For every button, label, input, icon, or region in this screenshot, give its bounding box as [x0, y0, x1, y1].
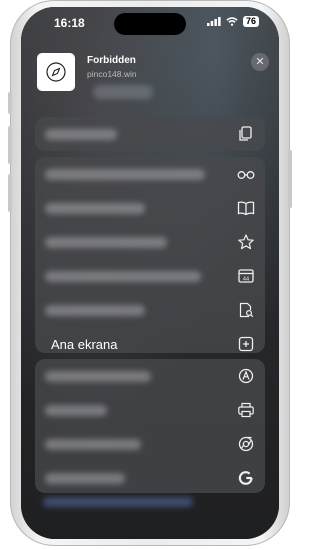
page-url: pinco148.win: [87, 69, 137, 79]
battery-indicator: 76: [242, 16, 259, 27]
blurred-label: [45, 271, 201, 282]
menu-item-reader[interactable]: [35, 157, 265, 191]
volume-down-button: [8, 174, 12, 212]
menu-group-bottom: [35, 359, 265, 493]
google-g-icon: [237, 470, 255, 486]
close-button[interactable]: ✕: [251, 53, 269, 71]
chrome-icon: [237, 436, 255, 452]
compass-a-icon: [237, 368, 255, 384]
menu-item-print[interactable]: [35, 393, 265, 427]
blurred-label: [45, 473, 125, 484]
blurred-text: [93, 85, 153, 99]
menu-group-top: [35, 117, 265, 151]
menu-item-action-a[interactable]: [35, 359, 265, 393]
blurred-label: [45, 439, 141, 450]
blurred-label: [45, 203, 145, 214]
blurred-label: [45, 129, 117, 140]
reading-glasses-icon: [237, 166, 255, 182]
blurred-label: [45, 305, 145, 316]
compass-icon: [46, 62, 66, 82]
menu-group-middle: 44 Ana ekrana: [35, 157, 265, 353]
printer-icon: [237, 402, 255, 418]
menu-item-chrome[interactable]: [35, 427, 265, 461]
menu-item-tabs[interactable]: 44: [35, 259, 265, 293]
star-icon: [237, 234, 255, 250]
find-in-page-icon: [237, 302, 255, 318]
book-icon: [237, 200, 255, 216]
blurred-label: [45, 169, 205, 180]
dynamic-island: [114, 13, 186, 35]
wifi-icon: [226, 17, 238, 26]
blurred-label: [45, 405, 107, 416]
status-bar: 16:18 76: [21, 7, 279, 41]
site-favicon: [37, 53, 75, 91]
power-button: [288, 150, 292, 208]
menu-item-favorites[interactable]: [35, 225, 265, 259]
svg-text:44: 44: [243, 276, 249, 282]
blurred-label: [45, 237, 167, 248]
menu-item-google[interactable]: [35, 461, 265, 495]
mute-switch: [8, 92, 12, 114]
menu-item-find[interactable]: [35, 293, 265, 327]
page-header: Forbidden pinco148.win ✕: [35, 49, 269, 105]
page-title: Forbidden: [87, 55, 136, 66]
copy-icon: [237, 126, 255, 142]
menu-item-bookmarks[interactable]: [35, 191, 265, 225]
signal-icon: [206, 17, 221, 26]
volume-up-button: [8, 126, 12, 164]
blurred-footer-text: [43, 497, 193, 507]
status-time: 16:18: [54, 16, 85, 30]
tabs-icon: 44: [237, 268, 255, 284]
add-to-home-label: Ana ekrana: [51, 337, 118, 352]
menu-item-add-to-home[interactable]: Ana ekrana: [35, 327, 265, 361]
menu-item-copy[interactable]: [35, 117, 265, 151]
screen: 16:18 76 Forbidden pinco148.win ✕ 44 Ana…: [21, 7, 279, 539]
blurred-label: [45, 371, 151, 382]
add-square-icon: [237, 336, 255, 352]
status-icons: 76: [206, 16, 259, 27]
